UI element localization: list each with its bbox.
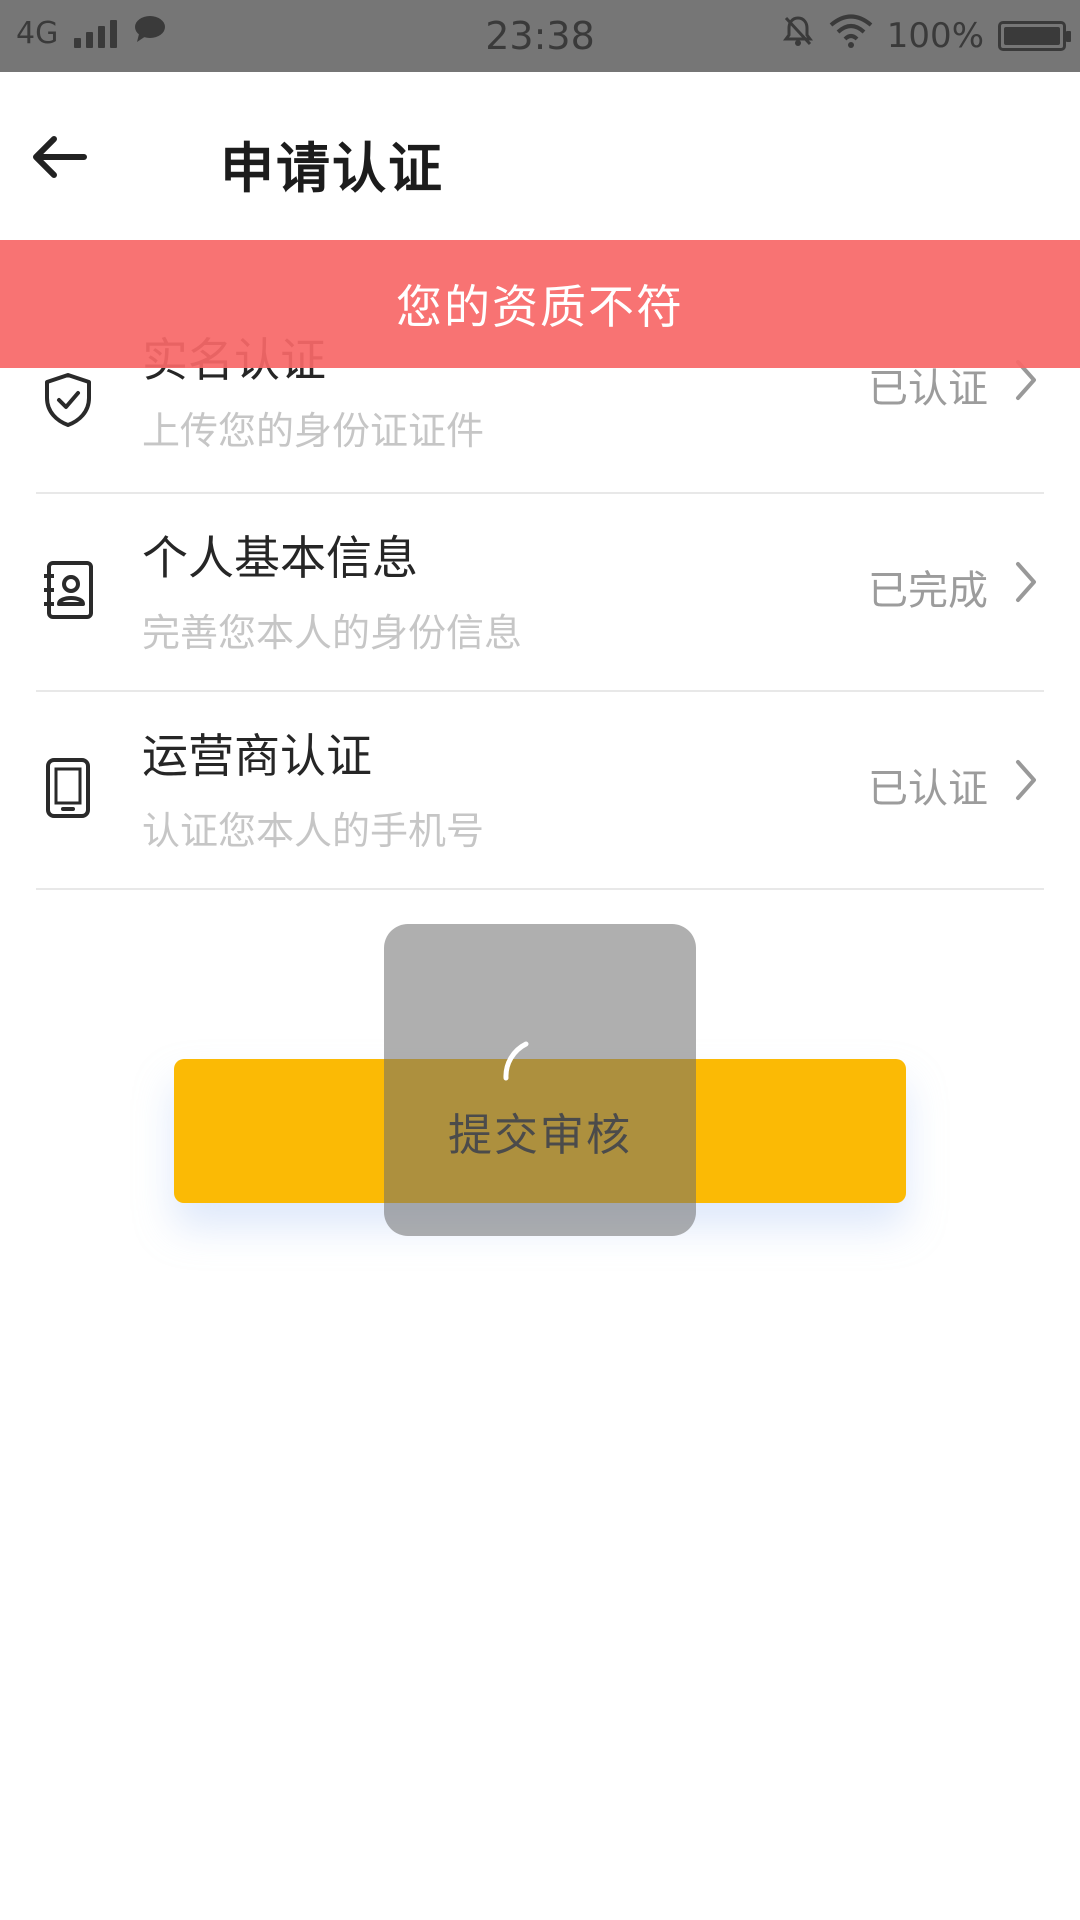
back-button[interactable]	[22, 120, 96, 194]
status-right: 100%	[781, 14, 1071, 57]
item-subtitle: 完善您本人的身份信息	[142, 611, 523, 655]
item-title: 运营商认证	[142, 729, 372, 783]
item-status: 已完成	[868, 568, 988, 614]
battery-percent: 100%	[886, 15, 984, 56]
item-status: 已认证	[868, 766, 988, 812]
page-title: 申请认证	[220, 137, 444, 200]
item-title: 个人基本信息	[142, 531, 418, 585]
error-toast: 您的资质不符	[0, 240, 1080, 368]
mobile-phone-icon	[36, 756, 100, 820]
chevron-right-icon	[1008, 758, 1044, 802]
chevron-right-icon	[1008, 560, 1044, 604]
verification-list: 实名认证 上传您的身份证证件 已认证 个人基本信息 完善您本人的身份信息 已完成…	[36, 296, 1044, 890]
shield-check-icon	[36, 368, 100, 432]
arrow-left-icon	[33, 136, 87, 178]
contact-book-icon	[36, 558, 100, 622]
battery-icon	[998, 20, 1071, 51]
app-bar: 申请认证	[0, 72, 1080, 240]
bell-off-icon	[781, 14, 815, 57]
wifi-icon	[829, 14, 873, 57]
loading-overlay	[384, 924, 696, 1236]
list-item-carrier[interactable]: 运营商认证 认证您本人的手机号 已认证	[36, 692, 1044, 890]
status-bar: 4G 23:38 100%	[0, 0, 1080, 72]
list-item-basic-info[interactable]: 个人基本信息 完善您本人的身份信息 已完成	[36, 494, 1044, 692]
loading-spinner-icon	[503, 1041, 529, 1081]
item-subtitle: 认证您本人的手机号	[142, 809, 485, 853]
item-subtitle: 上传您的身份证证件	[142, 409, 485, 453]
